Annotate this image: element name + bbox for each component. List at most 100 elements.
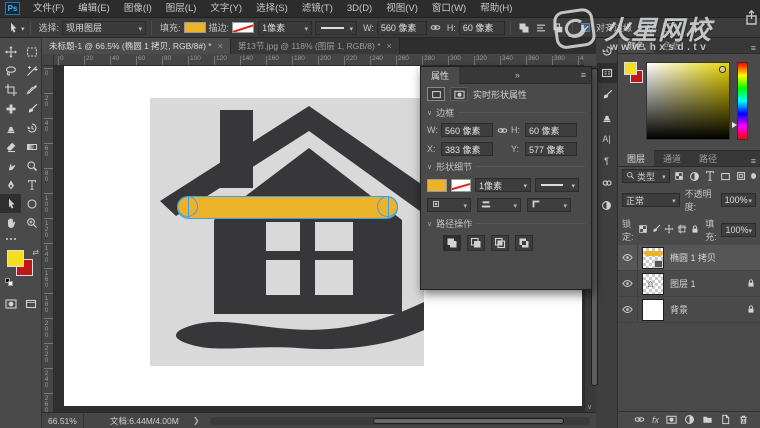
gear-icon[interactable] (643, 20, 660, 36)
live-shape-icon[interactable] (427, 87, 445, 101)
eyedropper-tool[interactable] (21, 80, 42, 99)
menu-item-5[interactable]: 选择(S) (249, 0, 295, 18)
magic-wand-tool[interactable] (21, 61, 42, 80)
shape-radius-handle-right[interactable] (377, 196, 398, 217)
type-tool[interactable] (21, 175, 42, 194)
close-icon[interactable]: × (218, 41, 223, 51)
width-field[interactable]: 560 像素 (441, 123, 493, 137)
filter-smart-object-icon[interactable] (735, 169, 748, 183)
foreground-color-swatch[interactable] (7, 250, 24, 267)
adjustments-panel-icon[interactable] (597, 195, 617, 215)
stroke-align-dropdown[interactable] (427, 198, 471, 212)
exclude-shape-button[interactable] (515, 235, 533, 251)
link-dimensions-icon[interactable] (493, 125, 511, 136)
shape-radius-handle-left[interactable] (177, 196, 198, 217)
add-mask-icon[interactable] (666, 414, 677, 427)
layer-thumbnail[interactable] (642, 247, 664, 269)
swap-colors-icon[interactable]: ⇄ (32, 248, 39, 257)
tab-channels[interactable]: 通道 (654, 150, 690, 166)
delete-layer-icon[interactable] (738, 414, 749, 427)
stroke-style-dropdown[interactable] (315, 21, 357, 35)
visibility-eye-icon[interactable] (618, 245, 638, 271)
horizontal-scrollbar[interactable] (210, 417, 590, 425)
paragraph-panel-icon[interactable]: ¶ (597, 151, 617, 171)
marquee-tool[interactable] (21, 42, 42, 61)
libraries-panel-icon[interactable] (597, 173, 617, 193)
section-border[interactable]: 边框 (421, 104, 591, 121)
layer-row-layer1[interactable]: ⌂ 图层 1 (618, 271, 760, 297)
ps-logo-icon[interactable]: Ps (5, 2, 20, 15)
y-field[interactable]: 577 像素 (525, 142, 577, 156)
layer-thumbnail[interactable] (642, 299, 664, 321)
menu-item-6[interactable]: 滤镜(T) (295, 0, 340, 18)
edit-toolbar-icon[interactable] (0, 232, 21, 246)
visibility-eye-icon[interactable] (618, 297, 638, 323)
adjustment-layer-icon[interactable] (684, 414, 695, 427)
intersect-shape-button[interactable] (491, 235, 509, 251)
shape-stroke-swatch[interactable] (451, 179, 471, 192)
mask-properties-icon[interactable] (450, 87, 468, 101)
layer-style-fx-icon[interactable]: fx (652, 415, 659, 425)
zoom-level-field[interactable]: 66.51% (42, 413, 84, 428)
close-icon[interactable]: × (387, 41, 392, 51)
menu-item-7[interactable]: 3D(D) (340, 0, 379, 18)
quick-mask-icon[interactable] (5, 298, 17, 312)
smudge-tool[interactable] (0, 156, 21, 175)
x-field[interactable]: 383 像素 (441, 142, 493, 156)
link-layers-icon[interactable] (634, 414, 645, 427)
document-tab-inactive[interactable]: 第13节.jpg @ 118% (图层 1, RGB/8) * × (231, 38, 400, 54)
path-selection-tool[interactable] (0, 194, 21, 213)
lock-pixels-icon[interactable] (651, 224, 661, 236)
hue-slider[interactable] (737, 62, 748, 140)
lock-all-icon[interactable] (690, 224, 700, 236)
menu-item-9[interactable]: 窗口(W) (425, 0, 473, 18)
panel-menu-icon[interactable]: ≡ (751, 156, 760, 166)
path-alignment-button[interactable] (533, 20, 550, 36)
horizontal-scrollbar-thumb[interactable] (373, 418, 563, 424)
dodge-tool[interactable] (21, 156, 42, 175)
layer-thumbnail[interactable]: ⌂ (642, 273, 664, 295)
foreground-color-mini-swatch[interactable] (624, 62, 637, 75)
new-group-icon[interactable] (702, 414, 713, 427)
move-tool[interactable] (0, 42, 21, 61)
section-shape-details[interactable]: 形状细节 (421, 158, 591, 175)
new-layer-icon[interactable] (720, 414, 731, 427)
filter-type-dropdown[interactable]: 类型 (622, 169, 670, 183)
screen-mode-icon[interactable] (25, 298, 37, 312)
lock-position-icon[interactable] (664, 224, 674, 236)
default-colors-icon[interactable] (5, 278, 14, 287)
eraser-tool[interactable] (0, 137, 21, 156)
hue-slider-pointer-icon[interactable] (732, 122, 737, 128)
link-dimensions-icon[interactable] (427, 20, 444, 36)
color-marker-icon[interactable] (719, 66, 726, 73)
tab-properties[interactable]: 属性 (421, 67, 459, 84)
saturation-brightness-square[interactable] (646, 62, 730, 140)
brush-tool[interactable] (21, 99, 42, 118)
combine-shapes-button[interactable] (443, 235, 461, 251)
crop-tool[interactable] (0, 80, 21, 99)
layer-name[interactable]: 背景 (670, 303, 688, 316)
properties-panel-icon[interactable] (597, 63, 617, 83)
blend-mode-dropdown[interactable]: 正常 (622, 193, 680, 207)
align-edges-checkbox[interactable] (581, 23, 590, 32)
menu-item-8[interactable]: 视图(V) (379, 0, 425, 18)
pen-tool[interactable] (0, 175, 21, 194)
fill-dropdown[interactable]: 100% (721, 223, 756, 237)
height-field[interactable]: 60 像素 (525, 123, 577, 137)
brush-settings-panel-icon[interactable] (597, 85, 617, 105)
select-mode-dropdown[interactable]: 现用图层 (62, 21, 146, 35)
filter-type-icon[interactable] (704, 169, 717, 183)
tab-paths[interactable]: 路径 (690, 150, 726, 166)
clone-source-panel-icon[interactable] (597, 107, 617, 127)
lasso-tool[interactable] (0, 61, 21, 80)
history-panel-icon[interactable] (597, 41, 617, 61)
lock-transparency-icon[interactable] (638, 224, 648, 236)
menu-item-4[interactable]: 文字(Y) (203, 0, 249, 18)
panel-menu-icon[interactable]: ≡ (751, 43, 760, 53)
filter-adjustment-icon[interactable] (688, 169, 701, 183)
panel-menu-icon[interactable]: ≡ (577, 70, 591, 80)
extra-option-checkbox[interactable] (663, 23, 672, 32)
menu-item-1[interactable]: 编辑(E) (71, 0, 117, 18)
layer-name[interactable]: 图层 1 (670, 277, 696, 290)
stroke-color-swatch[interactable] (232, 22, 254, 33)
